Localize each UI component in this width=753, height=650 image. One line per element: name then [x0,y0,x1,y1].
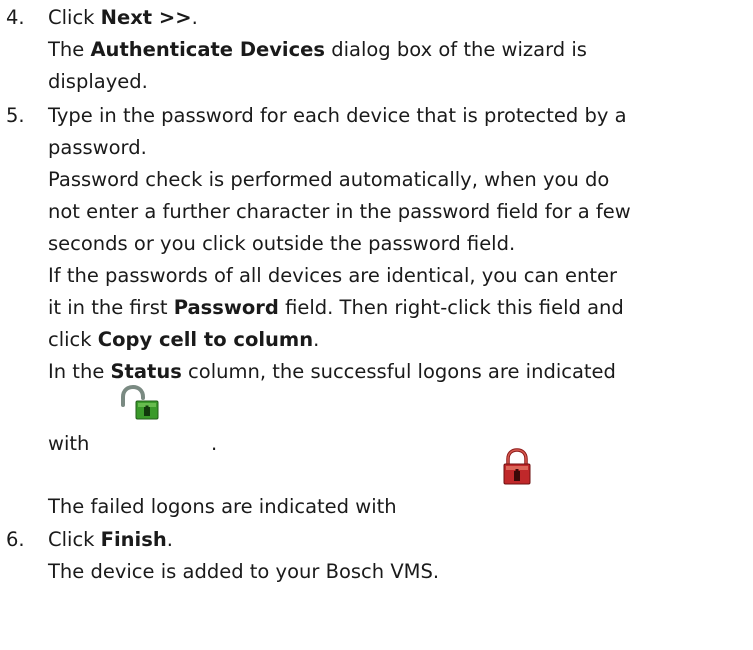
step-5-line-4: not enter a further character in the pas… [48,200,631,223]
step-number-6: 6. [6,528,25,551]
step-5-line-5: seconds or you click outside the passwor… [48,232,516,255]
step-4-result: The Authenticate Devices dialog box of t… [48,38,587,61]
step-5-line-3: Password check is performed automaticall… [48,168,610,191]
next-button-label: Next >> [100,6,192,29]
dialog-name: Authenticate Devices [90,38,326,61]
step-5-line-9: In the Status column, the successful log… [48,360,616,383]
step-6-result: The device is added to your Bosch VMS. [48,560,440,583]
step-5-line-11: The failed logons are indicated with [48,495,397,518]
step-5-line-7: it in the first Password field. Then rig… [48,296,624,319]
password-field-label: Password [173,296,279,319]
finish-button-label: Finish [100,528,167,551]
step-number-4: 4. [6,6,25,29]
step-5-line-6: If the passwords of all devices are iden… [48,264,618,287]
step-5-line-2: password. [48,136,147,159]
copy-cell-to-column-label: Copy cell to column [97,328,314,351]
status-column-label: Status [110,360,182,383]
step-4-instruction: Click Next >>. [48,6,198,29]
unlocked-padlock-icon [121,385,159,420]
step-5-line-10-prefix: with [48,432,90,455]
step-5-line-1: Type in the password for each device tha… [48,104,627,127]
step-5-line-10-suffix: . [211,432,218,455]
step-number-5: 5. [6,104,25,127]
instruction-document: 4. Click Next >>. The Authenticate Devic… [0,0,753,650]
locked-padlock-icon [503,448,531,485]
step-5-line-8: click Copy cell to column. [48,328,320,351]
step-4-result-cont: displayed. [48,70,148,93]
step-6-instruction: Click Finish. [48,528,173,551]
